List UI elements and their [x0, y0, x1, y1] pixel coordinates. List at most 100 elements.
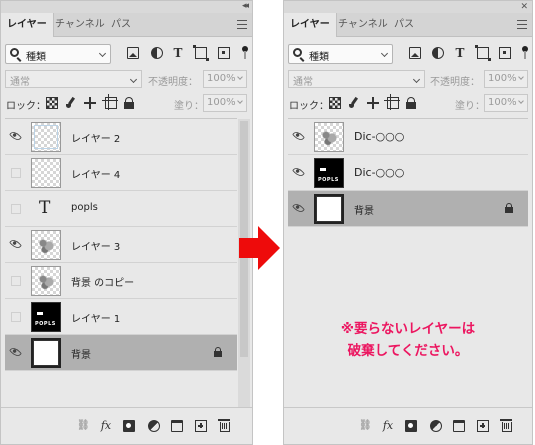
instruction-note-line1: ※要らないレイヤーは [340, 321, 476, 337]
add-mask-icon[interactable] [405, 420, 417, 432]
layer-thumbnail: POPLS [314, 158, 344, 188]
instruction-note-line2: 破棄してください。 [347, 343, 469, 359]
fill-label: 塗り： [455, 101, 485, 112]
smart-object-filter-icon[interactable] [218, 47, 230, 59]
visibility-toggle[interactable] [11, 312, 21, 322]
layer-list: Dic-○○○ POPLS Dic-○○○ 背景 [288, 118, 528, 407]
tab-channels[interactable]: チャンネル [332, 13, 394, 37]
eye-icon[interactable] [9, 237, 22, 251]
tab-layers[interactable]: レイヤー [284, 13, 337, 37]
layer-row[interactable]: レイヤー 2 [5, 119, 237, 155]
link-layers-icon[interactable]: ⛓ [359, 420, 372, 432]
eye-icon[interactable] [292, 165, 305, 179]
shape-filter-icon[interactable] [475, 45, 491, 61]
filter-kind-select[interactable]: 種類 [5, 44, 111, 64]
lock-pixels-icon[interactable] [348, 97, 360, 109]
type-filter-icon[interactable]: T [454, 47, 466, 59]
fill-field[interactable]: 100% [203, 94, 247, 112]
layer-name: 背景 のコピー [71, 278, 135, 289]
opacity-field[interactable]: 100% [203, 70, 247, 88]
layer-name: Dic-○○○ [354, 166, 405, 179]
chevron-down-icon [129, 75, 138, 84]
opacity-field[interactable]: 100% [484, 70, 528, 88]
lock-position-icon[interactable] [84, 97, 96, 109]
layer-name: 背景 [354, 206, 374, 217]
adjustment-filter-icon[interactable] [432, 47, 444, 59]
panel-menu-icon[interactable] [517, 20, 527, 29]
visibility-toggle[interactable] [11, 168, 21, 178]
filter-kind-select[interactable]: 種類 [288, 44, 393, 64]
lock-all-icon[interactable] [123, 97, 135, 109]
layer-thumbnail [314, 122, 344, 152]
new-layer-icon[interactable] [477, 420, 489, 432]
trash-icon[interactable] [218, 419, 230, 432]
eye-icon[interactable] [292, 129, 305, 143]
panel-menu-icon[interactable] [237, 20, 247, 29]
filter-toggle-icon[interactable] [242, 46, 248, 60]
layer-row[interactable]: レイヤー 4 [5, 155, 237, 191]
trash-icon[interactable] [500, 419, 512, 432]
fill-value: 100% [488, 97, 517, 108]
new-group-icon[interactable] [453, 420, 465, 432]
chevron-down-icon [380, 49, 389, 58]
lock-artboard-icon[interactable] [102, 94, 118, 110]
visibility-toggle[interactable] [11, 204, 21, 214]
filter-kind-label: 種類 [26, 52, 46, 63]
layer-lock-icon[interactable] [213, 347, 223, 358]
logo-mark-icon [37, 312, 43, 315]
fx-icon[interactable]: fx [100, 420, 112, 432]
lock-transparency-icon[interactable] [329, 97, 341, 109]
panel-footer: ⛓ fx [1, 407, 252, 444]
filter-toggle-icon[interactable] [522, 46, 528, 60]
lock-all-icon[interactable] [405, 97, 417, 109]
adjustment-filter-icon[interactable] [151, 47, 163, 59]
tab-paths[interactable]: パス [388, 13, 420, 37]
add-mask-icon[interactable] [123, 420, 135, 432]
layer-row[interactable]: POPLS レイヤー 1 [5, 299, 237, 335]
type-layer-icon: T [39, 198, 51, 218]
layer-row-selected[interactable]: 背景 [5, 335, 237, 371]
tab-layers[interactable]: レイヤー [1, 13, 54, 37]
layer-row[interactable]: T popls [5, 191, 237, 227]
pixel-filter-icon[interactable] [127, 47, 139, 59]
layer-row[interactable]: 背景 のコピー [5, 263, 237, 299]
tab-channels[interactable]: チャンネル [49, 13, 111, 37]
adjustment-layer-icon[interactable] [148, 420, 160, 432]
layer-row[interactable]: POPLS Dic-○○○ [288, 155, 528, 191]
type-filter-icon[interactable]: T [172, 47, 184, 59]
layer-thumbnail [31, 266, 61, 296]
lock-artboard-icon[interactable] [384, 94, 400, 110]
blend-mode-select[interactable]: 通常 [5, 70, 142, 88]
new-group-icon[interactable] [171, 420, 183, 432]
new-layer-icon[interactable] [195, 420, 207, 432]
layer-lock-icon[interactable] [504, 203, 514, 214]
panel-collapse-bar[interactable]: ◂◂ [1, 1, 252, 13]
lock-position-icon[interactable] [367, 97, 379, 109]
lock-transparency-icon[interactable] [46, 97, 58, 109]
collapse-chevrons-icon[interactable]: ◂◂ [242, 0, 249, 12]
tab-paths[interactable]: パス [105, 13, 137, 37]
fx-icon[interactable]: fx [382, 420, 394, 432]
link-layers-icon[interactable]: ⛓ [77, 420, 90, 432]
smart-object-filter-icon[interactable] [499, 47, 511, 59]
layer-row[interactable]: レイヤー 3 [5, 227, 237, 263]
eye-icon[interactable] [9, 129, 22, 143]
panel-collapse-bar[interactable]: ✕ [284, 1, 532, 13]
chevron-down-icon [237, 74, 243, 80]
shape-filter-icon[interactable] [193, 45, 209, 61]
pixel-filter-icon[interactable] [409, 47, 421, 59]
panel-tabs: レイヤー チャンネル パス [284, 13, 532, 37]
lock-label: ロック： [6, 101, 46, 112]
visibility-toggle[interactable] [11, 276, 21, 286]
layer-row[interactable]: Dic-○○○ [288, 119, 528, 155]
blend-mode-select[interactable]: 通常 [288, 70, 425, 88]
blend-row: 通常 不透明度： 100% [284, 70, 532, 90]
fill-field[interactable]: 100% [484, 94, 528, 112]
close-icon[interactable]: ✕ [520, 1, 528, 13]
eye-icon[interactable] [9, 345, 22, 359]
lock-pixels-icon[interactable] [65, 97, 77, 109]
eye-icon[interactable] [292, 201, 305, 215]
adjustment-layer-icon[interactable] [430, 420, 442, 432]
layer-thumbnail [31, 122, 61, 152]
layer-row-selected[interactable]: 背景 [288, 191, 528, 227]
